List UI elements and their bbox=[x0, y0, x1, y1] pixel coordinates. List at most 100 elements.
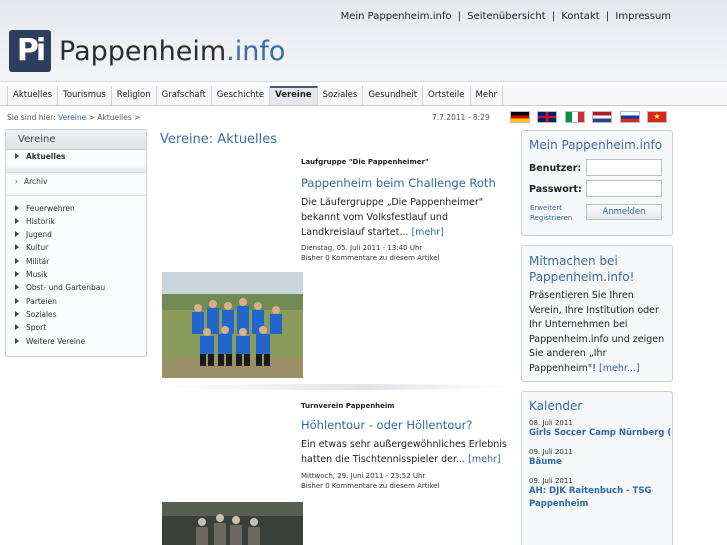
article-title[interactable]: Pappenheim beim Challenge Roth bbox=[301, 176, 496, 190]
login-button[interactable]: Anmelden bbox=[586, 204, 662, 220]
sidebar-item-label: Archiv bbox=[24, 177, 48, 187]
sidebar-item-musik[interactable]: Musik bbox=[6, 268, 146, 281]
article-title[interactable]: Höhlentour - oder Höllentour? bbox=[301, 418, 472, 432]
sidebar-item-label: Weitere Vereine bbox=[26, 336, 86, 346]
main-content: Vereine: Aktuelles Laufgruppe "Die Pappe… bbox=[160, 132, 515, 545]
login-links: Erweitert Registrieren bbox=[530, 203, 572, 223]
article-kicker: Laufgruppe "Die Pappenheimer" bbox=[301, 158, 429, 166]
nav-religion[interactable]: Religion bbox=[112, 86, 157, 105]
link-seitenuebersicht[interactable]: Seitenübersicht bbox=[467, 11, 545, 22]
sidebar-item-obst-gartenbau[interactable]: Obst- und Gartenbau bbox=[6, 281, 146, 294]
english-flag-icon[interactable] bbox=[537, 111, 558, 123]
nav-vereine[interactable]: Vereine bbox=[270, 86, 318, 105]
register-link[interactable]: Registrieren bbox=[530, 213, 572, 223]
article-teaser-text: Die Läufergruppe „Die Pappenheimer" beka… bbox=[301, 197, 484, 238]
sidebar-item-label: Sport bbox=[26, 323, 47, 333]
article-card: Laufgruppe "Die Pappenheimer" Pappenheim… bbox=[160, 158, 515, 408]
sidebar-item-historik[interactable]: Historik bbox=[6, 215, 146, 228]
calendar-event-link[interactable]: Bäume bbox=[529, 456, 672, 469]
triangle-right-icon bbox=[15, 297, 19, 304]
article-divider bbox=[160, 384, 510, 390]
breadcrumb-separator: > bbox=[88, 113, 95, 122]
sidebar-item-parteien[interactable]: Parteien bbox=[6, 295, 146, 308]
nav-mehr[interactable]: Mehr bbox=[471, 86, 503, 105]
triangle-right-icon bbox=[15, 310, 19, 317]
nav-geschichte[interactable]: Geschichte bbox=[212, 86, 271, 105]
username-label: Benutzer: bbox=[529, 163, 582, 174]
sidebar-item-militaer[interactable]: Militär bbox=[6, 255, 146, 268]
link-mein-pappenheim[interactable]: Mein Pappenheim.info bbox=[341, 11, 452, 22]
sidebar-title: Vereine bbox=[6, 130, 146, 150]
calendar-date: 08. Juli 2011 bbox=[529, 419, 573, 427]
article-more-link[interactable]: [mehr] bbox=[468, 454, 500, 465]
breadcrumb-link-vereine[interactable]: Vereine bbox=[58, 113, 86, 122]
promo-text: Präsentieren Sie Ihren Verein, Ihre Inst… bbox=[522, 285, 672, 377]
triangle-right-icon bbox=[15, 204, 19, 211]
sidebar-item-aktuelles[interactable]: Aktuelles bbox=[6, 150, 146, 163]
password-input[interactable] bbox=[586, 180, 662, 197]
italian-flag-icon[interactable] bbox=[564, 111, 585, 123]
breadcrumb-separator: > bbox=[134, 113, 141, 122]
sidebar-item-jugend[interactable]: Jugend bbox=[6, 228, 146, 241]
sidebar-item-soziales[interactable]: Soziales bbox=[6, 308, 146, 321]
sidebar-item-label: Aktuelles bbox=[26, 152, 66, 161]
article-meta: Dienstag, 05. Juli 2011 - 13:40 Uhr Bish… bbox=[301, 243, 440, 263]
link-kontakt[interactable]: Kontakt bbox=[561, 11, 599, 22]
article-photo[interactable] bbox=[162, 272, 303, 378]
logo-tld: .info bbox=[226, 36, 286, 67]
nav-soziales[interactable]: Soziales bbox=[318, 86, 364, 105]
article-date: Mittwoch, 29. Juni 2011 - 23:52 Uhr bbox=[301, 472, 426, 480]
header: Mein Pappenheim.info | Seitenübersicht |… bbox=[0, 0, 727, 82]
article-more-link[interactable]: [mehr] bbox=[411, 227, 443, 238]
forgot-link[interactable]: Erweitert bbox=[530, 203, 572, 213]
sidebar-item-label: Obst- und Gartenbau bbox=[26, 283, 106, 293]
login-box: Mein Pappenheim.info Benutzer: Passwort:… bbox=[521, 130, 673, 236]
sidebar-item-kultur[interactable]: Kultur bbox=[6, 241, 146, 254]
sidebar-item-label: Kultur bbox=[26, 243, 49, 253]
calendar-date: 09. Juli 2011 bbox=[529, 477, 573, 485]
triangle-right-icon bbox=[15, 284, 19, 291]
sidebar-item-archiv[interactable]: › Archiv bbox=[6, 175, 146, 188]
username-input[interactable] bbox=[586, 159, 662, 176]
sidebar-item-sport[interactable]: Sport bbox=[6, 321, 146, 334]
sidebar-item-label: Feuerwehren bbox=[26, 203, 75, 213]
nav-ortsteile[interactable]: Ortsteile bbox=[423, 86, 471, 105]
nav-gesundheit[interactable]: Gesundheit bbox=[363, 86, 424, 105]
german-flag-icon[interactable] bbox=[510, 111, 530, 123]
sidebar-item-label: Militär bbox=[26, 256, 50, 266]
chevron-right-icon: › bbox=[15, 177, 18, 187]
logo-mark: Pi bbox=[9, 30, 51, 72]
sidebar-item-feuerwehren[interactable]: Feuerwehren bbox=[6, 202, 146, 215]
sidebar-item-label: Historik bbox=[26, 216, 55, 226]
promo-more-link[interactable]: [mehr...] bbox=[599, 363, 640, 374]
logo-wordmark: Pappenheim.info bbox=[59, 36, 285, 67]
team-photo-image bbox=[162, 272, 303, 378]
dutch-flag-icon[interactable] bbox=[592, 111, 613, 123]
promo-title: Mitmachen bei Pappenheim.info! bbox=[529, 254, 635, 284]
triangle-right-icon bbox=[15, 271, 19, 278]
link-impressum[interactable]: Impressum bbox=[615, 11, 671, 22]
vietnamese-flag-icon[interactable]: ★ bbox=[646, 111, 667, 123]
link-separator: | bbox=[551, 11, 556, 22]
triangle-right-icon bbox=[15, 337, 19, 344]
breadcrumb-bar: Sie sind hier: Vereine > Aktuelles > 7.7… bbox=[0, 110, 727, 126]
nav-aktuelles[interactable]: Aktuelles bbox=[7, 86, 59, 105]
article-comments[interactable]: Bisher 0 Kommentare zu diesem Artikel bbox=[301, 481, 440, 491]
sidebar-item-weitere-vereine[interactable]: Weitere Vereine bbox=[6, 335, 146, 348]
calendar-entry: 09. Juli 2011 AH: DJK Raitenbuch - TSG P… bbox=[522, 477, 672, 511]
language-flags: ★ bbox=[510, 111, 672, 123]
russian-flag-icon[interactable] bbox=[619, 111, 640, 123]
calendar-event-link[interactable]: Girls Soccer Camp Nürnberg ( bbox=[529, 427, 672, 440]
sidebar-divider bbox=[6, 194, 146, 196]
calendar-date: 09. Juli 2011 bbox=[529, 448, 573, 456]
article-comments[interactable]: Bisher 0 Kommentare zu diesem Artikel bbox=[301, 253, 440, 263]
calendar-event-link[interactable]: AH: DJK Raitenbuch - TSG Pappenheim bbox=[529, 485, 659, 511]
page-title: Vereine: Aktuelles bbox=[160, 132, 278, 147]
nav-tourismus[interactable]: Tourismus bbox=[58, 86, 112, 105]
breadcrumb: Sie sind hier: Vereine > Aktuelles > bbox=[7, 113, 140, 122]
triangle-right-icon bbox=[15, 217, 19, 224]
nav-grafschaft[interactable]: Grafschaft bbox=[157, 86, 212, 105]
article-card: Turnverein Pappenheim Höhlentour - oder … bbox=[160, 402, 515, 545]
calendar-box: Kalender 08. Juli 2011 Girls Soccer Camp… bbox=[521, 391, 673, 545]
article-photo[interactable] bbox=[162, 502, 303, 545]
